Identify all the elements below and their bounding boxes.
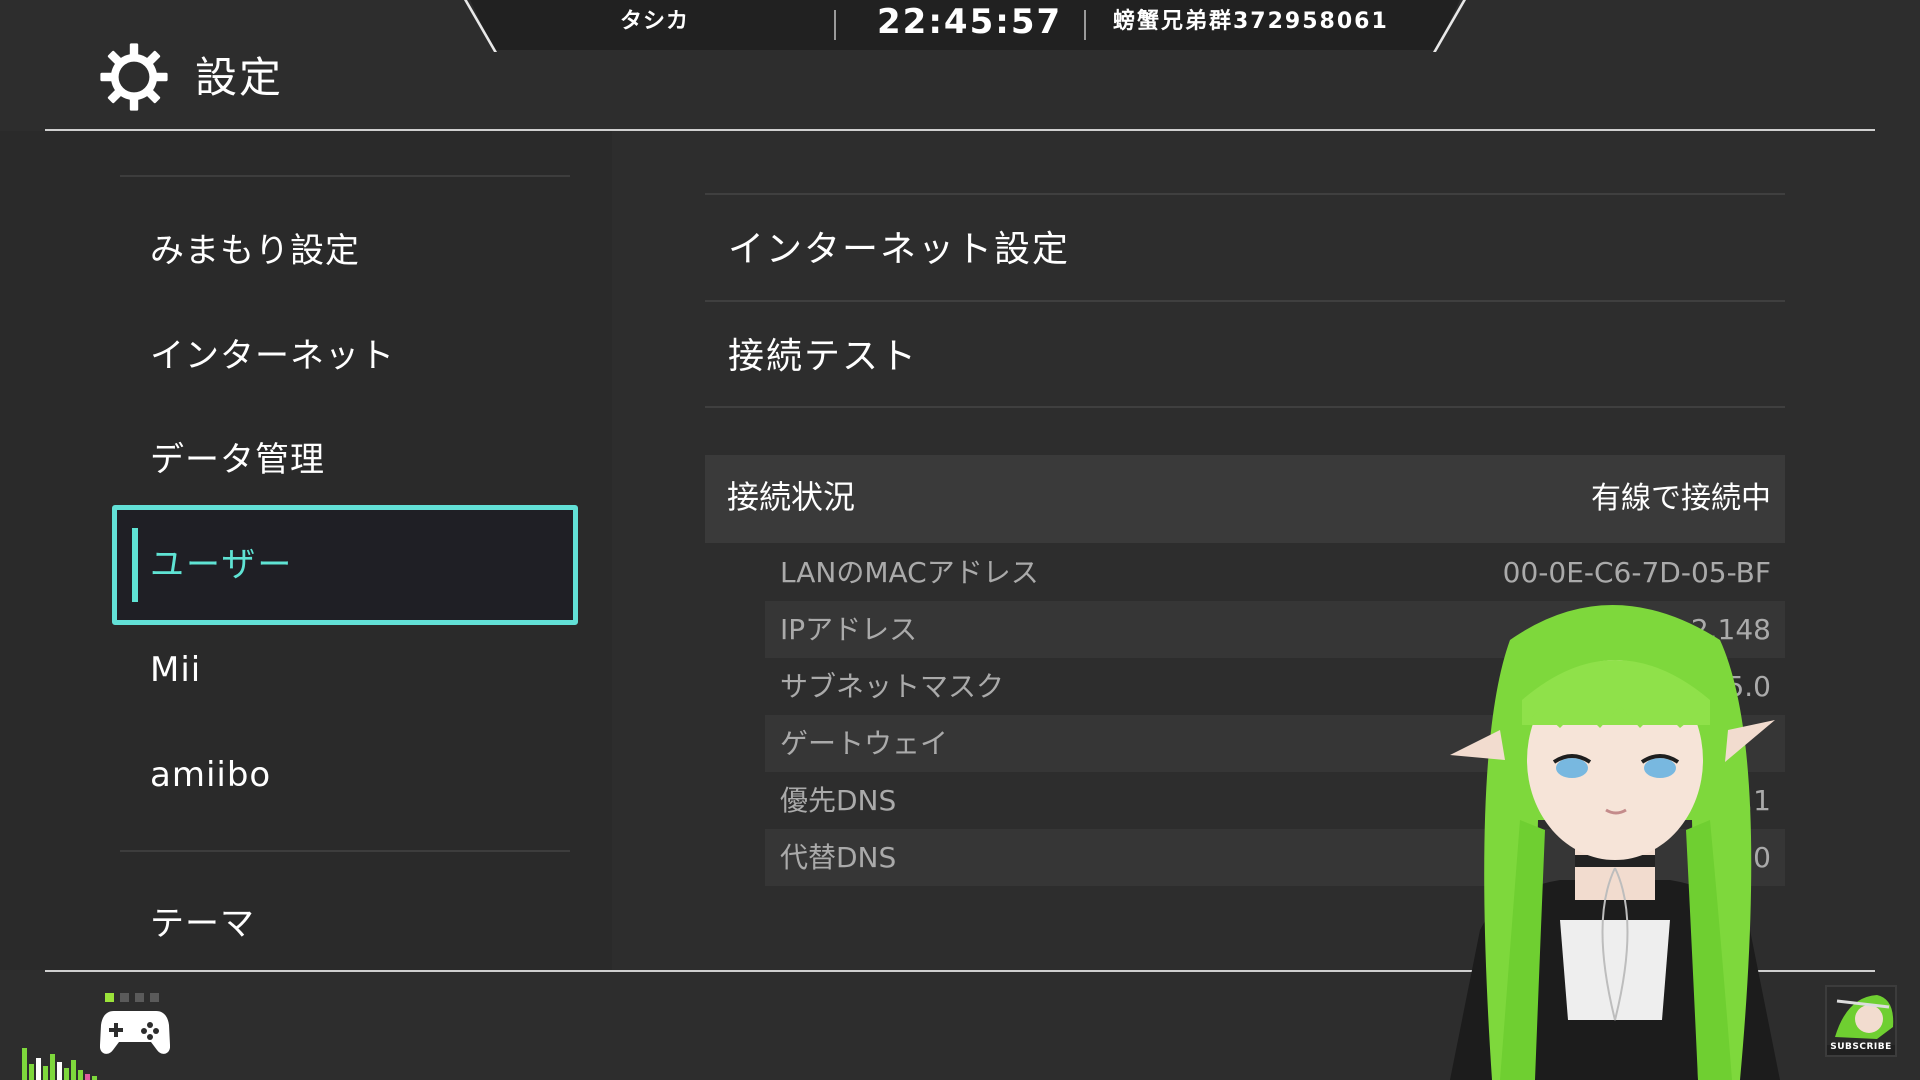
info-label: サブネットマスク [780, 670, 1005, 703]
player-led-off [120, 993, 129, 1002]
sidebar-item-theme[interactable]: テーマ [150, 902, 255, 946]
page-title: 設定 [195, 53, 284, 102]
connection-test-option[interactable]: 接続テスト [728, 333, 918, 381]
sidebar-item-users[interactable]: ユーザー [112, 505, 578, 625]
sidebar-item-label: ユーザー [150, 545, 294, 585]
info-label: LANのMACアドレス [780, 556, 1039, 589]
subscribe-label: SUBSCRIBE [1830, 1042, 1892, 1052]
sidebar-item-amiibo[interactable]: amiibo [150, 753, 271, 797]
vtuber-avatar [1450, 605, 1780, 1080]
info-label: 優先DNS [780, 784, 897, 817]
player-led-on [105, 993, 114, 1002]
banner-separator [1084, 10, 1086, 40]
audio-equalizer-icon [22, 1048, 97, 1080]
connection-status-value: 有線で接続中 [1591, 481, 1771, 516]
option-divider [705, 406, 1785, 408]
connection-status-row: 接続状況 有線で接続中 [705, 455, 1785, 543]
selection-indicator [132, 528, 138, 602]
info-value: 00-0E-C6-7D-05-BF [1502, 556, 1771, 589]
info-label: IPアドレス [780, 613, 918, 646]
player-led-off [150, 993, 159, 1002]
settings-screen: タシカ 22:45:57 螃蟹兄弟群372958061 設定 みまもり設定 イン… [0, 0, 1920, 1080]
subscribe-avatar-icon [1827, 987, 1895, 1045]
sidebar-divider [120, 850, 570, 852]
mac-address-row: LANのMACアドレス 00-0E-C6-7D-05-BF [765, 544, 1785, 601]
banner-right-text: 螃蟹兄弟群372958061 [1113, 9, 1389, 34]
connection-status-label: 接続状況 [727, 478, 856, 516]
stream-banner: タシカ 22:45:57 螃蟹兄弟群372958061 [463, 0, 1467, 52]
sidebar-item-internet[interactable]: インターネット [150, 334, 395, 378]
info-label: 代替DNS [780, 841, 897, 874]
info-label: ゲートウェイ [780, 727, 949, 760]
option-divider [705, 193, 1785, 195]
internet-settings-option[interactable]: インターネット設定 [728, 226, 1070, 274]
player-indicator [105, 987, 165, 1002]
sidebar-item-data-management[interactable]: データ管理 [150, 438, 325, 482]
subscribe-badge[interactable]: SUBSCRIBE [1825, 985, 1897, 1057]
sidebar-item-parental-controls[interactable]: みまもり設定 [150, 229, 360, 273]
sidebar-item-mii[interactable]: Mii [150, 648, 201, 692]
banner-separator [834, 10, 836, 40]
gear-icon [100, 43, 168, 111]
banner-left-text: タシカ [620, 9, 690, 34]
banner-clock: 22:45:57 [877, 2, 1063, 42]
player-led-off [135, 993, 144, 1002]
option-divider [705, 300, 1785, 302]
sidebar-divider [120, 175, 570, 177]
